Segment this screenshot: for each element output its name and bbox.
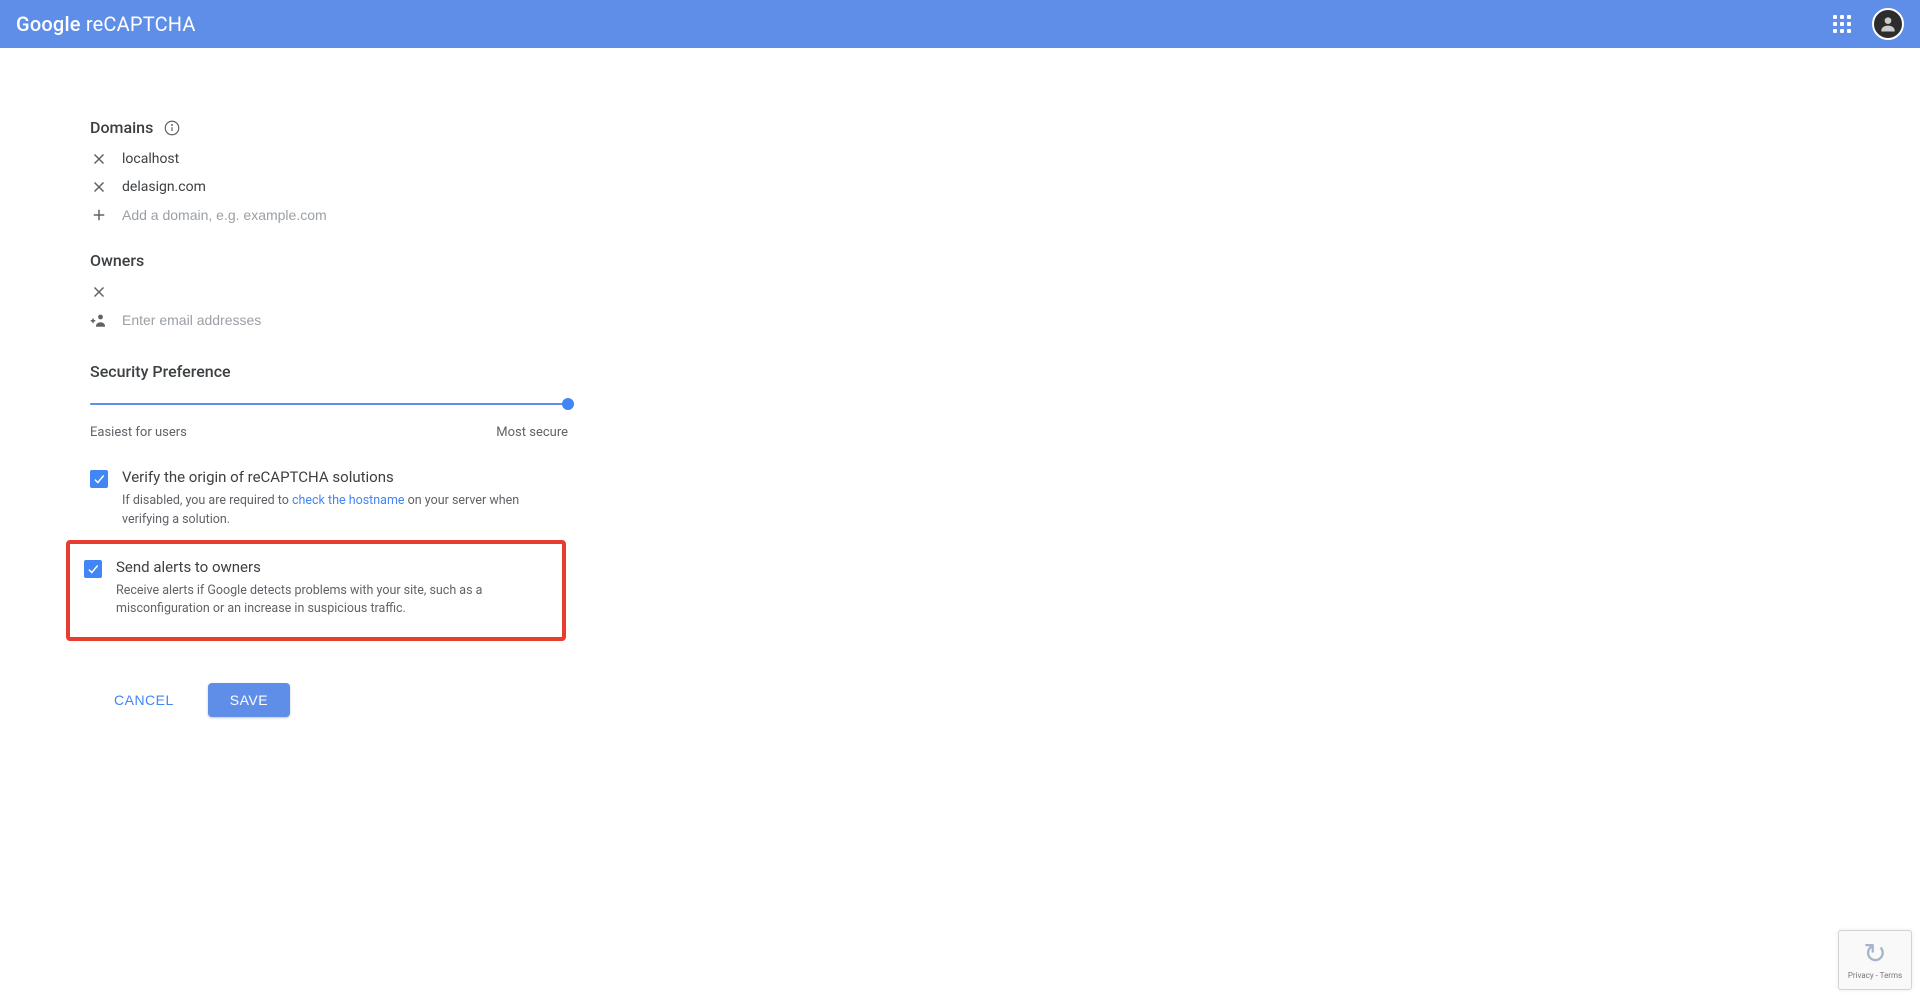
owners-label: Owners — [90, 251, 144, 270]
owners-section-title: Owners — [90, 251, 700, 270]
security-section-title: Security Preference — [90, 362, 700, 381]
app-title-google: Google — [16, 12, 81, 36]
send-alerts-text: Send alerts to owners Receive alerts if … — [116, 558, 546, 620]
add-domain-input[interactable] — [122, 207, 422, 223]
domain-name: localhost — [122, 151, 179, 167]
slider-label-left: Easiest for users — [90, 425, 187, 440]
close-icon[interactable] — [90, 178, 108, 196]
plus-icon[interactable] — [90, 206, 108, 224]
send-alerts-checkbox[interactable] — [84, 560, 102, 578]
slider-thumb[interactable] — [562, 398, 574, 410]
verify-origin-row: Verify the origin of reCAPTCHA solutions… — [90, 468, 700, 530]
domain-name: delasign.com — [122, 179, 206, 195]
add-owner-input[interactable] — [122, 312, 422, 328]
verify-origin-text: Verify the origin of reCAPTCHA solutions… — [122, 468, 552, 530]
action-buttons: CANCEL SAVE — [104, 683, 700, 717]
send-alerts-label: Send alerts to owners — [116, 558, 546, 576]
close-icon[interactable] — [90, 150, 108, 168]
settings-main: Domains localhost delasign.com Owners — [0, 48, 700, 717]
security-label: Security Preference — [90, 362, 231, 381]
add-domain-row — [90, 201, 700, 229]
alerts-highlight-box: Send alerts to owners Receive alerts if … — [66, 540, 566, 642]
slider-label-right: Most secure — [496, 425, 568, 440]
domain-row: delasign.com — [90, 173, 700, 201]
info-icon[interactable] — [163, 119, 181, 137]
header-actions — [1830, 8, 1904, 40]
send-alerts-desc: Receive alerts if Google detects problem… — [116, 582, 546, 620]
verify-desc-prefix: If disabled, you are required to — [122, 493, 292, 508]
send-alerts-row: Send alerts to owners Receive alerts if … — [84, 558, 552, 620]
recaptcha-logo-icon: ↻ — [1863, 940, 1886, 968]
verify-origin-desc: If disabled, you are required to check t… — [122, 492, 552, 530]
apps-icon[interactable] — [1830, 12, 1854, 36]
verify-origin-label: Verify the origin of reCAPTCHA solutions — [122, 468, 552, 486]
person-add-icon[interactable] — [90, 311, 108, 329]
recaptcha-badge[interactable]: ↻ Privacy - Terms — [1838, 930, 1912, 990]
check-hostname-link[interactable]: check the hostname — [292, 493, 405, 508]
cancel-button[interactable]: CANCEL — [104, 684, 184, 716]
slider-track[interactable] — [90, 403, 568, 405]
avatar[interactable] — [1872, 8, 1904, 40]
domains-label: Domains — [90, 118, 153, 137]
save-button[interactable]: SAVE — [208, 683, 290, 717]
add-owner-row — [90, 306, 700, 334]
owner-row — [90, 278, 700, 306]
close-icon[interactable] — [90, 283, 108, 301]
recaptcha-terms: Privacy - Terms — [1848, 971, 1902, 980]
verify-origin-checkbox[interactable] — [90, 470, 108, 488]
app-title-rest: reCAPTCHA — [81, 12, 196, 36]
domain-row: localhost — [90, 145, 700, 173]
app-title: Google reCAPTCHA — [16, 12, 196, 36]
slider-labels: Easiest for users Most secure — [90, 425, 568, 440]
app-header: Google reCAPTCHA — [0, 0, 1920, 48]
domains-section-title: Domains — [90, 118, 700, 137]
security-slider[interactable] — [90, 403, 568, 405]
